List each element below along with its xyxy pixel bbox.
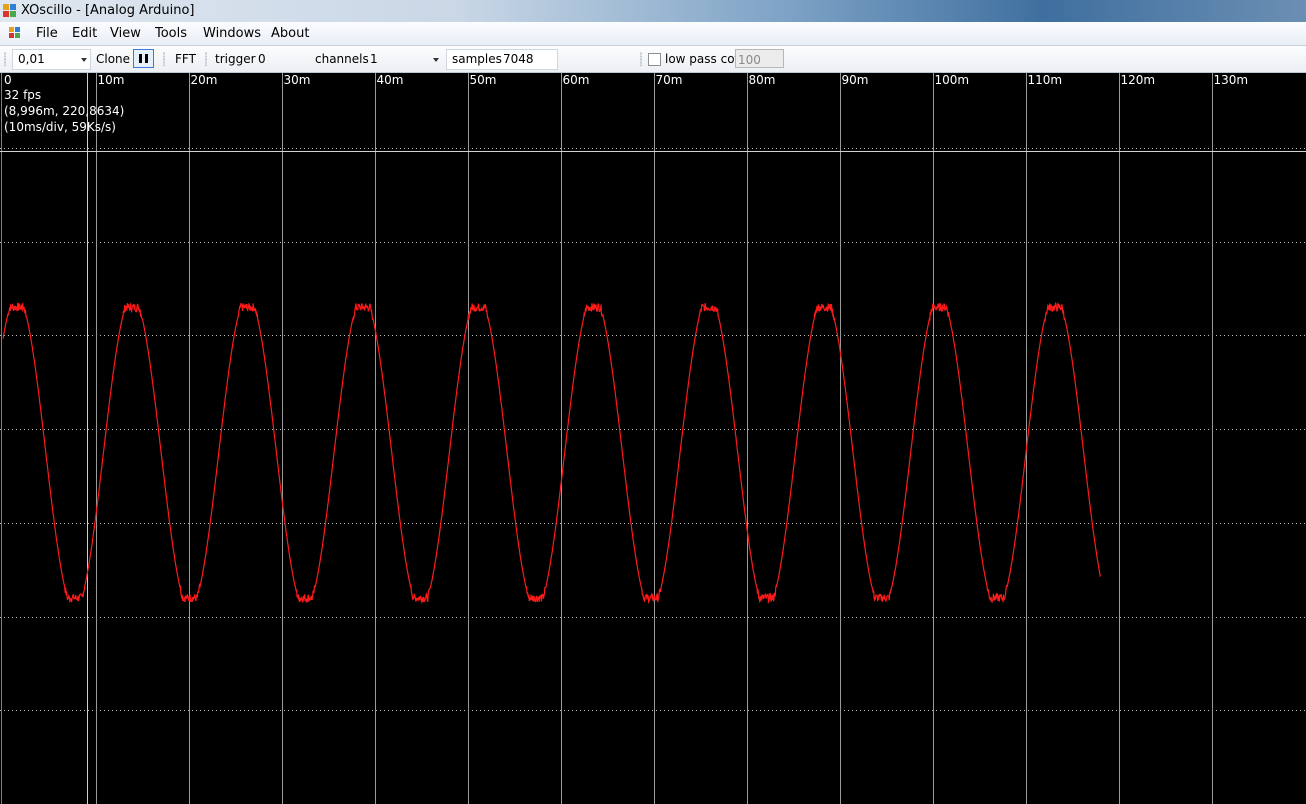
x-tick-label: 90m — [842, 73, 869, 87]
menu-about[interactable]: About — [271, 26, 309, 41]
trigger-value: 0 — [258, 52, 266, 66]
app-icon — [3, 4, 17, 18]
lowpass-cof-input[interactable] — [735, 49, 784, 68]
grid-horizontal — [0, 148, 1306, 711]
menu-bar: File Edit View Tools Windows About — [0, 22, 1306, 46]
x-tick-label: 80m — [749, 73, 776, 87]
chevron-down-icon[interactable] — [433, 58, 439, 62]
toolbar-grip[interactable] — [163, 52, 165, 66]
x-tick-label: 70m — [656, 73, 683, 87]
x-tick-label: 40m — [377, 73, 404, 87]
mdi-child-icon[interactable] — [9, 27, 23, 39]
scope-display[interactable]: 0 10m 20m 30m 40m 50m 60m 70m 80m 90m 100m 110m 120m… — [0, 73, 1306, 804]
menu-tools[interactable]: Tools — [155, 26, 187, 41]
toolbar-grip[interactable] — [205, 52, 207, 66]
x-tick-label: 130m — [1214, 73, 1249, 87]
x-tick-label: 30m — [284, 73, 311, 87]
fft-button[interactable]: FFT — [175, 52, 196, 66]
clone-button[interactable]: Clone — [96, 52, 130, 66]
x-tick-label: 120m — [1121, 73, 1156, 87]
channels-value: 1 — [370, 52, 378, 66]
toolbar-grip[interactable] — [640, 52, 642, 66]
pause-button[interactable] — [133, 49, 154, 68]
cursor-readout: (8,996m, 220,8634) — [4, 104, 125, 118]
menu-view[interactable]: View — [110, 26, 141, 41]
title-bar: XOscillo - [Analog Arduino] — [0, 0, 1306, 23]
menu-file[interactable]: File — [36, 26, 58, 41]
x-tick-label: 60m — [563, 73, 590, 87]
rate-readout: (10ms/div, 59Ks/s) — [4, 120, 116, 134]
lowpass-label: low pass cof — [665, 52, 739, 66]
menu-windows[interactable]: Windows — [203, 26, 261, 41]
toolbar-grip[interactable] — [4, 52, 6, 66]
timebase-value: 0,01 — [18, 52, 45, 66]
x-tick-label: 110m — [1028, 73, 1063, 87]
toolbar: 0,01 Clone FFT trigger 0 channels 1 samp… — [0, 46, 1306, 73]
x-tick-label: 10m — [98, 73, 125, 87]
grid-vertical — [1, 73, 1213, 804]
trigger-input[interactable]: 0 — [253, 49, 307, 70]
samples-value: 7048 — [503, 52, 534, 66]
x-tick-label: 50m — [470, 73, 497, 87]
chevron-down-icon[interactable] — [81, 58, 87, 62]
pause-icon-bar — [145, 54, 148, 63]
cursor-crosshair — [0, 73, 1306, 804]
x-tick-labels: 0 10m 20m 30m 40m 50m 60m 70m 80m 90m 100m 110m 120m… — [4, 73, 1248, 87]
channels-label: channels — [315, 52, 369, 66]
x-tick-label: 20m — [191, 73, 218, 87]
x-tick-label: 0 — [4, 73, 12, 87]
samples-box: samples 7048 — [446, 49, 558, 70]
channels-combobox[interactable]: 1 — [366, 49, 444, 70]
fps-readout: 32 fps — [4, 88, 42, 102]
x-tick-label: 100m — [935, 73, 970, 87]
menu-edit[interactable]: Edit — [72, 26, 97, 41]
samples-label: samples — [452, 52, 502, 66]
trigger-label: trigger — [215, 52, 256, 66]
window-title: XOscillo - [Analog Arduino] — [21, 3, 195, 18]
pause-icon — [139, 54, 142, 63]
scope-plot[interactable]: 0 10m 20m 30m 40m 50m 60m 70m 80m 90m 100m 110m 120m… — [0, 73, 1306, 804]
lowpass-checkbox[interactable] — [648, 53, 661, 66]
timebase-combobox[interactable]: 0,01 — [12, 49, 91, 70]
signal-trace — [2, 301, 1101, 605]
